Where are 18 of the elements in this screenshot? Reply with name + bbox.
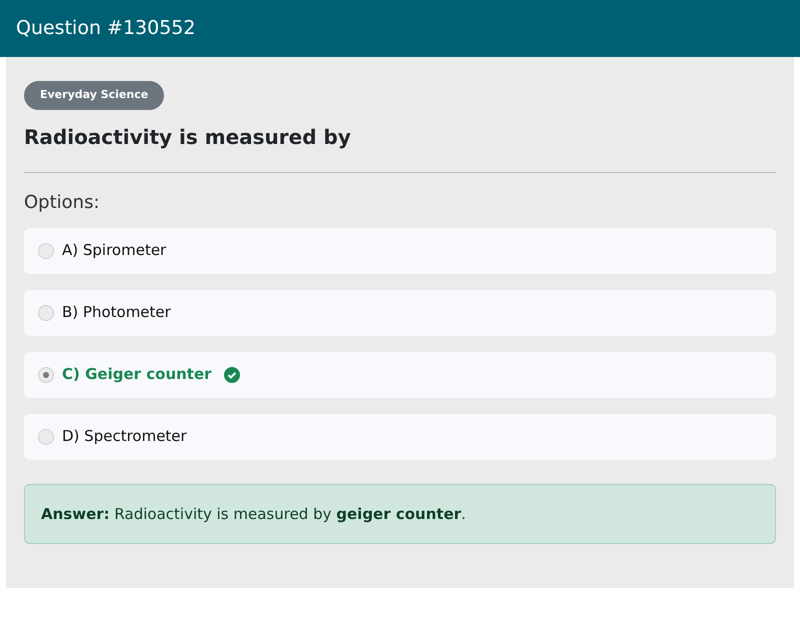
radio-button[interactable]	[38, 304, 54, 320]
options-heading: Options:	[24, 190, 101, 214]
option-label: D) Spectrometer	[62, 426, 187, 448]
option-row[interactable]: C) Geiger counter	[24, 352, 776, 398]
option-label: C) Geiger counter	[62, 364, 212, 386]
page-title: Question #130552	[16, 16, 196, 42]
option-row[interactable]: A) Spirometer	[24, 228, 776, 274]
check-circle-icon	[224, 366, 240, 382]
radio-button[interactable]	[38, 242, 54, 258]
option-label: B) Photometer	[62, 302, 171, 324]
option-row[interactable]: D) Spectrometer	[24, 414, 776, 460]
radio-button[interactable]	[38, 366, 54, 382]
radio-button[interactable]	[38, 428, 54, 444]
question-text: Radioactivity is measured by	[24, 124, 352, 150]
category-badge: Everyday Science	[24, 81, 164, 110]
option-label: A) Spirometer	[62, 240, 166, 262]
answer-box: Answer: Radioactivity is measured by geiger counter.	[24, 484, 776, 544]
option-row[interactable]: B) Photometer	[24, 290, 776, 336]
